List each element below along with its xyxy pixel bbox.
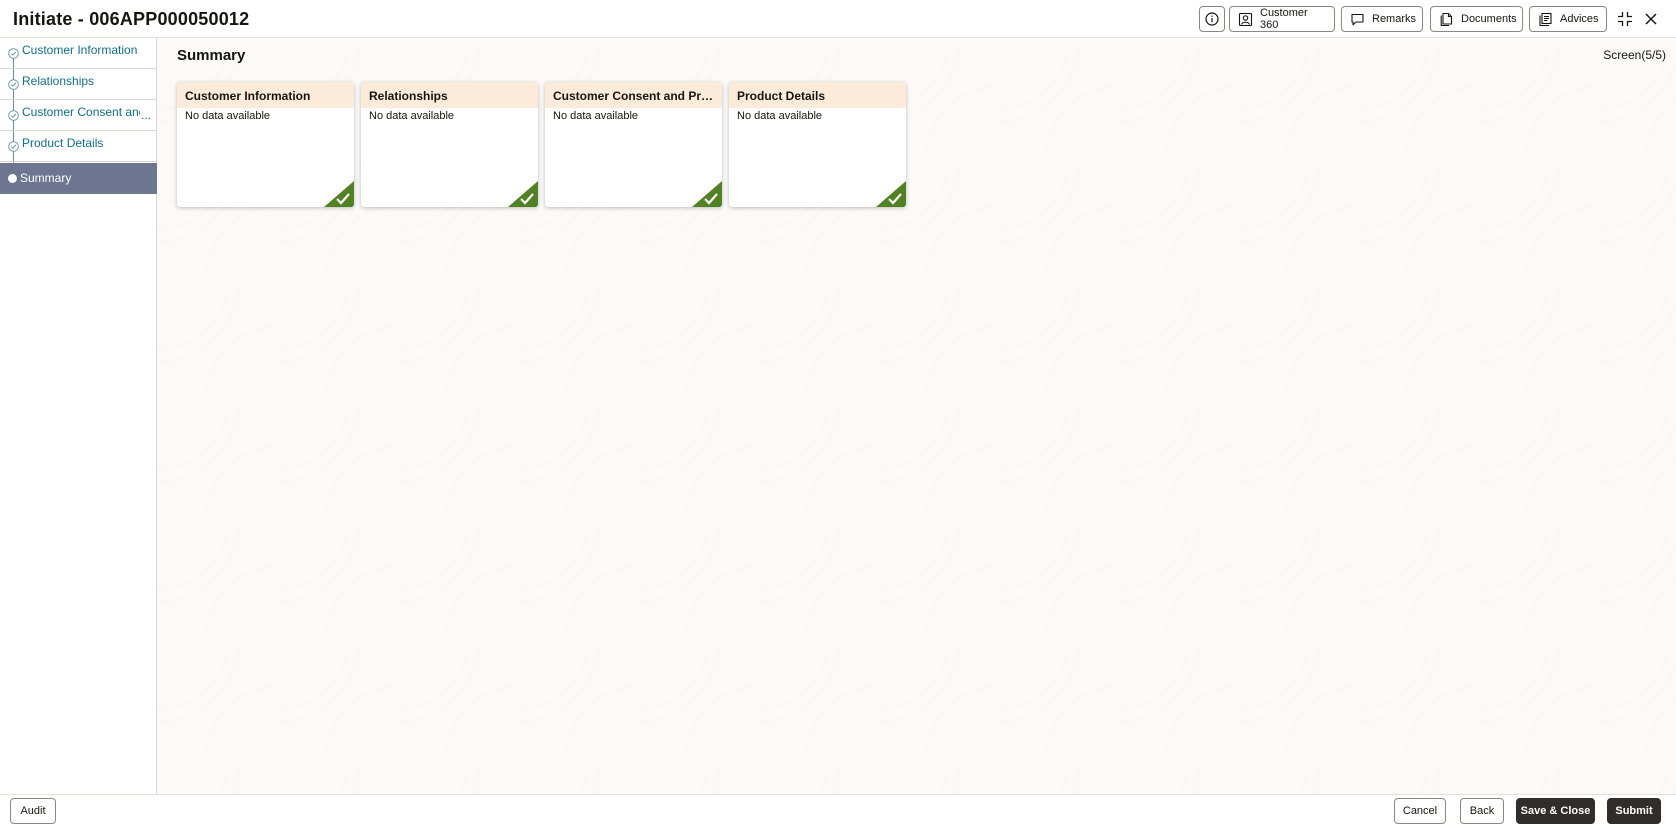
page-title: Initiate - 006APP000050012 (13, 9, 250, 29)
back-button[interactable]: Back (1460, 798, 1504, 824)
customer-360-label: Customer 360 (1260, 7, 1308, 31)
collapse-fullscreen-icon (1618, 12, 1632, 26)
completed-check-icon (8, 48, 19, 59)
close-button[interactable] (1640, 8, 1662, 30)
tile-title: Customer Consent and Pref... (545, 82, 722, 108)
comment-icon (1351, 13, 1364, 25)
section-heading: Summary (177, 47, 246, 64)
submit-button[interactable]: Submit (1607, 798, 1661, 824)
tile-body: No data available (369, 110, 455, 122)
completed-tick-icon (876, 181, 906, 207)
summary-tile-customer-information[interactable]: Customer Information No data available (177, 82, 354, 207)
info-button[interactable] (1199, 6, 1225, 32)
summary-tile-relationships[interactable]: Relationships No data available (361, 82, 538, 207)
documents-label: Documents (1461, 13, 1517, 25)
audit-button[interactable]: Audit (10, 798, 56, 824)
remarks-button[interactable]: Remarks (1341, 6, 1423, 32)
documents-button[interactable]: Documents (1430, 6, 1523, 32)
tile-title: Relationships (361, 82, 538, 108)
tile-body: No data available (185, 110, 271, 122)
completed-check-icon (8, 110, 19, 121)
sidebar-item-label: Product Details (22, 136, 104, 150)
documents-icon (1440, 12, 1453, 26)
fullscreen-button[interactable] (1614, 8, 1636, 30)
sidebar-item-label: Customer Consent and (22, 105, 140, 119)
completed-tick-icon (692, 181, 722, 207)
screen-indicator: Screen(5/5) (1603, 48, 1666, 62)
save-and-close-button[interactable]: Save & Close (1516, 798, 1595, 824)
completed-check-icon (8, 141, 19, 152)
summary-tile-customer-consent[interactable]: Customer Consent and Pref... No data ava… (545, 82, 722, 207)
cancel-button[interactable]: Cancel (1394, 798, 1446, 824)
tile-title: Customer Information (177, 82, 354, 108)
footer-toolbar: Audit Cancel Back Save & Close Submit (0, 794, 1676, 827)
remarks-label: Remarks (1372, 13, 1417, 25)
sidebar-item-customer-consent[interactable]: Customer Consent and ... (0, 100, 157, 131)
tile-body: No data available (737, 110, 823, 122)
sidebar-item-label: Relationships (22, 74, 95, 88)
sidebar-item-customer-information[interactable]: Customer Information (0, 38, 157, 69)
info-icon (1205, 12, 1219, 26)
truncation-ellipsis: ... (140, 108, 151, 122)
completed-tick-icon (324, 181, 354, 207)
sidebar-item-product-details[interactable]: Product Details (0, 131, 157, 162)
completed-tick-icon (508, 181, 538, 207)
train-stop-navigation: Customer Information Relationships Custo… (0, 38, 157, 794)
tile-title: Product Details (729, 82, 906, 108)
customer-360-button[interactable]: Customer 360 (1229, 6, 1335, 32)
sidebar-item-label: Customer Information (22, 43, 138, 57)
current-step-dot-icon (8, 174, 17, 183)
summary-content: Summary Screen(5/5) Customer Information… (157, 38, 1676, 794)
header: Initiate - 006APP000050012 Customer 360 … (0, 0, 1676, 38)
tile-body: No data available (553, 110, 639, 122)
sidebar-item-summary[interactable]: Summary (0, 163, 157, 194)
summary-tile-product-details[interactable]: Product Details No data available (729, 82, 906, 207)
close-icon (1645, 13, 1657, 25)
completed-check-icon (8, 79, 19, 90)
advices-label: Advices (1560, 13, 1599, 25)
advices-button[interactable]: Advices (1529, 6, 1607, 32)
customer-profile-icon (1238, 12, 1253, 26)
sidebar-item-relationships[interactable]: Relationships (0, 69, 157, 100)
sidebar-item-label: Summary (20, 171, 72, 185)
advices-icon (1539, 12, 1552, 26)
